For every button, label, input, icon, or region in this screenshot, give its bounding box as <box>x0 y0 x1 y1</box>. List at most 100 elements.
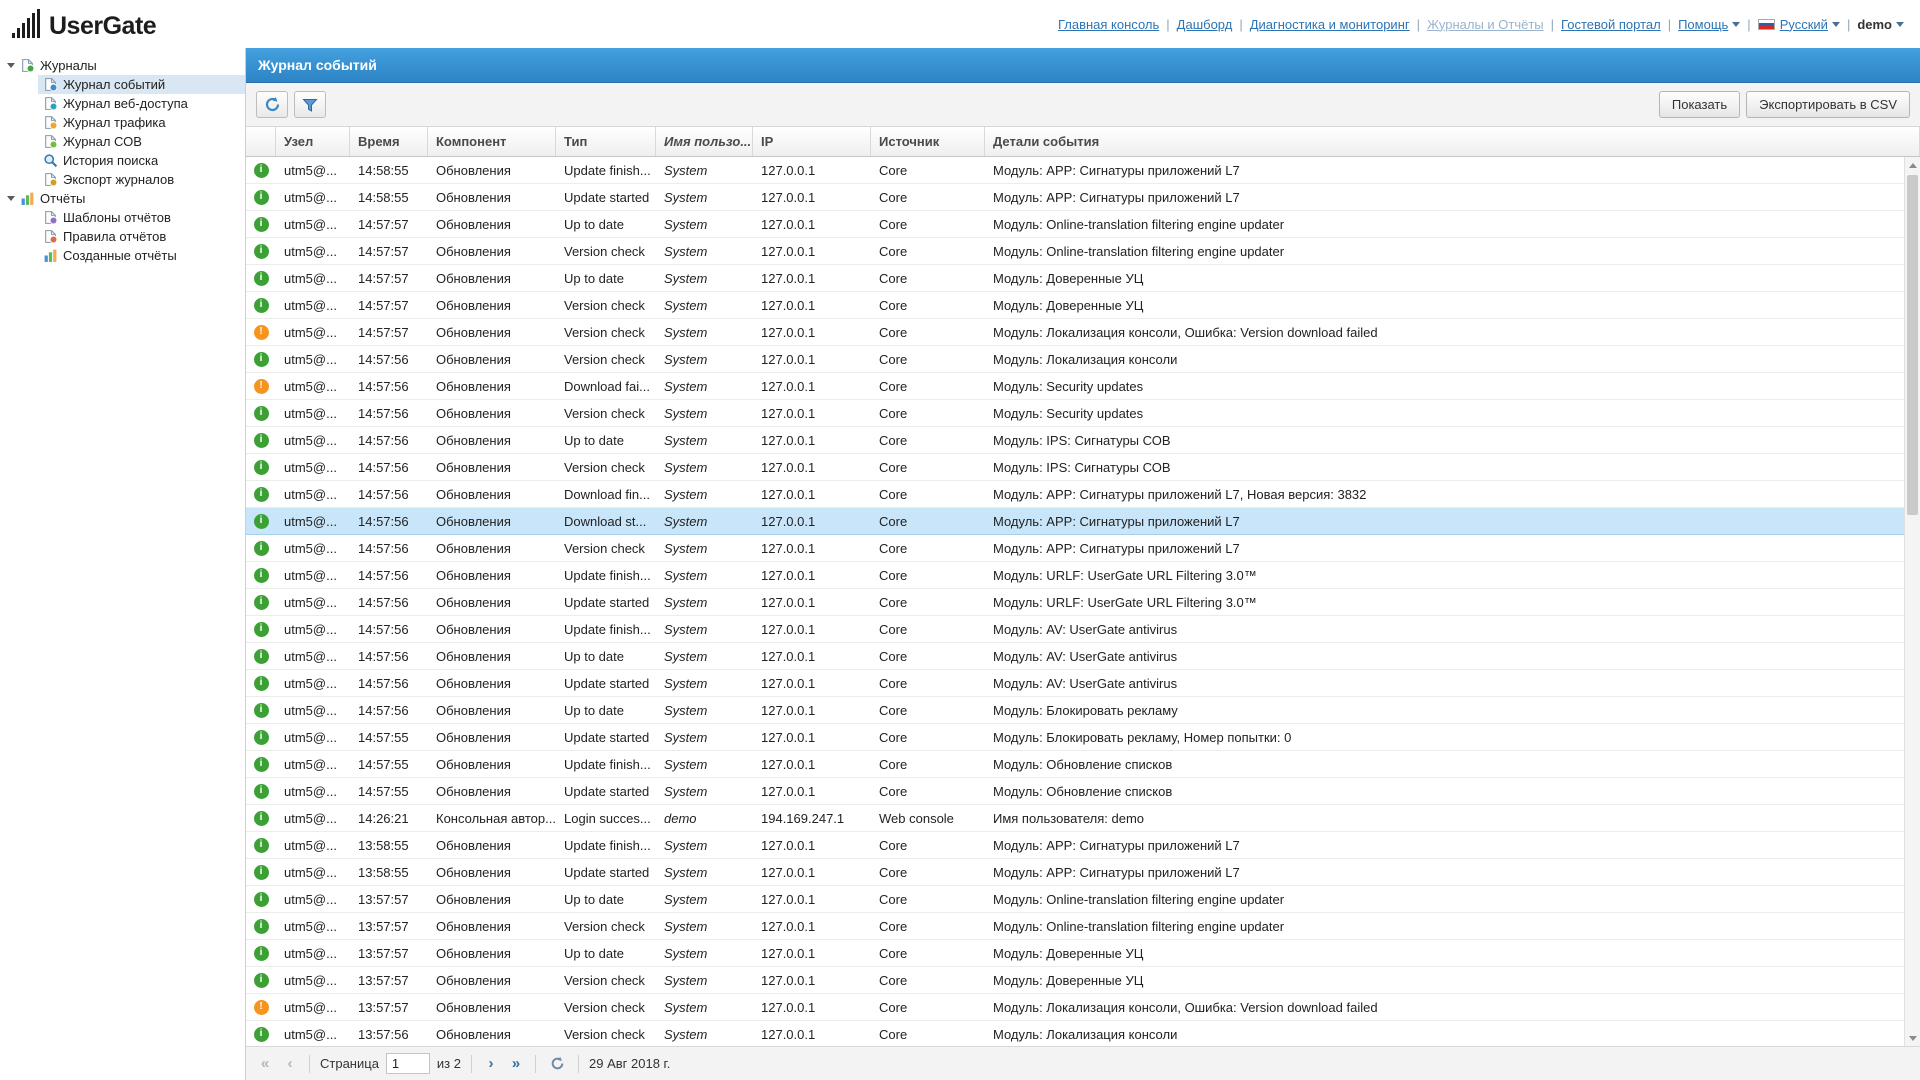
column-header-ip[interactable]: IP <box>753 127 871 156</box>
sidebar-item-report-templates[interactable]: Шаблоны отчётов <box>38 208 245 227</box>
nav-user-menu[interactable]: demo <box>1857 17 1904 32</box>
nav-help[interactable]: Помощь <box>1678 17 1740 32</box>
sidebar-item-events-log[interactable]: Журнал событий <box>38 75 245 94</box>
cell-user: System <box>656 676 753 691</box>
scrollbar-thumb[interactable] <box>1907 175 1918 515</box>
cell-time: 14:57:56 <box>350 622 428 637</box>
cell-ip: 127.0.0.1 <box>753 730 871 745</box>
cell-node: utm5@... <box>276 811 350 826</box>
table-row[interactable]: iutm5@...14:57:56ОбновленияUpdate finish… <box>246 616 1904 643</box>
cell-user: System <box>656 1027 753 1042</box>
export-csv-button[interactable]: Экспортировать в CSV <box>1746 91 1910 118</box>
table-row[interactable]: iutm5@...14:57:56ОбновленияDownload st..… <box>246 508 1904 535</box>
column-header-component[interactable]: Компонент <box>428 127 556 156</box>
table-row[interactable]: iutm5@...14:57:57ОбновленияUp to dateSys… <box>246 265 1904 292</box>
cell-component: Обновления <box>428 325 556 340</box>
table-row[interactable]: iutm5@...13:58:55ОбновленияUpdate finish… <box>246 832 1904 859</box>
pager-first-button[interactable]: « <box>256 1056 274 1071</box>
filter-button[interactable] <box>294 91 326 118</box>
column-header-icon[interactable] <box>246 127 276 156</box>
table-row[interactable]: !utm5@...14:57:57ОбновленияVersion check… <box>246 319 1904 346</box>
column-header-source[interactable]: Источник <box>871 127 985 156</box>
nav-diagnostics-monitoring[interactable]: Диагностика и мониторинг <box>1250 17 1410 32</box>
table-row[interactable]: iutm5@...14:57:56ОбновленияVersion check… <box>246 400 1904 427</box>
table-row[interactable]: iutm5@...14:58:55ОбновленияUpdate starte… <box>246 184 1904 211</box>
sidebar-item-web-access-log[interactable]: Журнал веб-доступа <box>38 94 245 113</box>
column-header-type[interactable]: Тип <box>556 127 656 156</box>
scroll-down-button[interactable] <box>1905 1030 1920 1046</box>
cell-node: utm5@... <box>276 325 350 340</box>
cell-user: System <box>656 352 753 367</box>
table-row[interactable]: iutm5@...14:57:56ОбновленияDownload fin.… <box>246 481 1904 508</box>
cell-time: 13:58:55 <box>350 838 428 853</box>
column-header-node[interactable]: Узел <box>276 127 350 156</box>
table-row[interactable]: iutm5@...13:57:57ОбновленияVersion check… <box>246 913 1904 940</box>
table-row[interactable]: iutm5@...14:57:56ОбновленияVersion check… <box>246 454 1904 481</box>
nav-main-console[interactable]: Главная консоль <box>1058 17 1159 32</box>
table-row[interactable]: !utm5@...13:57:57ОбновленияVersion check… <box>246 994 1904 1021</box>
table-row[interactable]: iutm5@...14:57:57ОбновленияUp to dateSys… <box>246 211 1904 238</box>
column-header-time[interactable]: Время <box>350 127 428 156</box>
sidebar-item-traffic-log[interactable]: Журнал трафика <box>38 113 245 132</box>
sidebar-item-search-history[interactable]: История поиска <box>38 151 245 170</box>
refresh-button[interactable] <box>256 91 288 118</box>
sidebar-item-label: История поиска <box>63 153 158 168</box>
table-row[interactable]: iutm5@...14:26:21Консольная автор...Logi… <box>246 805 1904 832</box>
table-row[interactable]: iutm5@...14:57:57ОбновленияVersion check… <box>246 292 1904 319</box>
table-row[interactable]: iutm5@...14:57:57ОбновленияVersion check… <box>246 238 1904 265</box>
info-icon: i <box>254 973 269 988</box>
table-row[interactable]: iutm5@...14:58:55ОбновленияUpdate finish… <box>246 157 1904 184</box>
pager-prev-button[interactable]: ‹ <box>281 1056 299 1071</box>
cell-source: Core <box>871 163 985 178</box>
tree-expand-icon[interactable] <box>7 63 15 68</box>
table-row[interactable]: iutm5@...13:57:57ОбновленияUp to dateSys… <box>246 886 1904 913</box>
scroll-up-button[interactable] <box>1905 157 1920 173</box>
table-row[interactable]: iutm5@...13:57:56ОбновленияVersion check… <box>246 1021 1904 1046</box>
table-row[interactable]: iutm5@...14:57:56ОбновленияUp to dateSys… <box>246 427 1904 454</box>
column-header-user[interactable]: Имя пользо... <box>656 127 753 156</box>
info-icon: i <box>254 892 269 907</box>
sidebar-item-created-reports[interactable]: Созданные отчёты <box>38 246 245 265</box>
cell-source: Core <box>871 352 985 367</box>
pager-last-button[interactable]: » <box>507 1056 525 1071</box>
cell-time: 14:57:56 <box>350 433 428 448</box>
cell-type: Download fin... <box>556 487 656 502</box>
table-row[interactable]: iutm5@...13:57:57ОбновленияVersion check… <box>246 967 1904 994</box>
table-row[interactable]: iutm5@...14:57:56ОбновленияVersion check… <box>246 535 1904 562</box>
pager-separator <box>471 1055 472 1073</box>
table-row[interactable]: iutm5@...13:58:55ОбновленияUpdate starte… <box>246 859 1904 886</box>
nav-dashboard[interactable]: Дашборд <box>1177 17 1233 32</box>
table-row[interactable]: iutm5@...14:57:56ОбновленияUpdate finish… <box>246 562 1904 589</box>
page-number-input[interactable] <box>386 1053 430 1074</box>
cell-source: Core <box>871 1027 985 1042</box>
info-icon: i <box>254 757 269 772</box>
sidebar-item-ips-log[interactable]: Журнал СОВ <box>38 132 245 151</box>
nav-logs-reports[interactable]: Журналы и Отчёты <box>1427 17 1544 32</box>
sidebar-item-report-rules[interactable]: Правила отчётов <box>38 227 245 246</box>
table-row[interactable]: !utm5@...14:57:56ОбновленияDownload fai.… <box>246 373 1904 400</box>
nav-guest-portal[interactable]: Гостевой портал <box>1561 17 1661 32</box>
vertical-scrollbar[interactable] <box>1904 157 1920 1046</box>
table-row[interactable]: iutm5@...14:57:56ОбновленияUp to dateSys… <box>246 643 1904 670</box>
table-row[interactable]: iutm5@...14:57:55ОбновленияUpdate starte… <box>246 778 1904 805</box>
table-row[interactable]: iutm5@...14:57:56ОбновленияUpdate starte… <box>246 670 1904 697</box>
info-icon: i <box>254 487 269 502</box>
info-icon: i <box>254 217 269 232</box>
sidebar-item-logs[interactable]: Журналы <box>0 56 245 75</box>
nav-language[interactable]: Русский <box>1758 17 1840 32</box>
sidebar-item-reports[interactable]: Отчёты <box>0 189 245 208</box>
table-row[interactable]: iutm5@...13:57:57ОбновленияUp to dateSys… <box>246 940 1904 967</box>
sidebar-item-export-logs[interactable]: Экспорт журналов <box>38 170 245 189</box>
table-row[interactable]: iutm5@...14:57:55ОбновленияUpdate finish… <box>246 751 1904 778</box>
column-header-details[interactable]: Детали события <box>985 127 1920 156</box>
pager-next-button[interactable]: › <box>482 1056 500 1071</box>
tree-expand-icon[interactable] <box>7 196 15 201</box>
table-row[interactable]: iutm5@...14:57:55ОбновленияUpdate starte… <box>246 724 1904 751</box>
table-row[interactable]: iutm5@...14:57:56ОбновленияVersion check… <box>246 346 1904 373</box>
pager-refresh-button[interactable] <box>546 1053 568 1075</box>
show-button[interactable]: Показать <box>1659 91 1740 118</box>
table-row[interactable]: iutm5@...14:57:56ОбновленияUpdate starte… <box>246 589 1904 616</box>
cell-node: utm5@... <box>276 406 350 421</box>
table-row[interactable]: iutm5@...14:57:56ОбновленияUp to dateSys… <box>246 697 1904 724</box>
cell-details: Модуль: AV: UserGate antivirus <box>985 622 1904 637</box>
